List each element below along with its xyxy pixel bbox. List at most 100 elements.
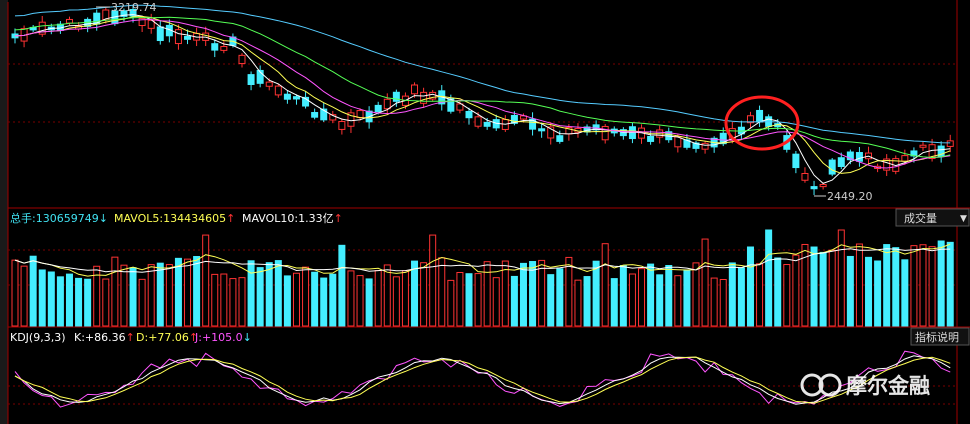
- volume-bar: [129, 267, 137, 327]
- indicator-help-label: 指标说明: [915, 330, 959, 344]
- volume-bar: [392, 276, 400, 327]
- candle: [901, 155, 909, 162]
- stock-chart: 3219.74 2449.20 总手:130659749↓ MAVOL5:134…: [0, 0, 970, 424]
- volume-bar: [247, 260, 255, 327]
- candle: [756, 109, 764, 123]
- kdj-j-value: +105.0: [202, 331, 243, 344]
- volume-bar: [456, 271, 464, 327]
- volume-bar: [556, 268, 564, 327]
- kdj-line: [14, 350, 951, 408]
- volume-bar: [610, 278, 618, 327]
- candlesticks: [11, 4, 954, 196]
- candle: [374, 104, 382, 113]
- kdj-legend: KDJ(9,3,3) K:+86.36↑ D:+77.06↑ J:+105.0↓: [10, 331, 252, 344]
- candle: [174, 29, 182, 45]
- volume-bar: [828, 249, 836, 327]
- watermark-text: 摩尔金融: [846, 374, 930, 398]
- volume-bar: [647, 263, 655, 327]
- volume-bar: [56, 276, 64, 327]
- volume-menu-label: 成交量: [904, 211, 937, 225]
- volume-bar: [265, 262, 273, 327]
- volume-bar: [501, 260, 509, 327]
- indicator-help-button[interactable]: 指标说明: [910, 327, 970, 346]
- volume-bar: [465, 273, 473, 327]
- volume-bar: [193, 256, 201, 327]
- svg-text:K:+86.36↑: K:+86.36↑: [74, 331, 135, 344]
- volume-bar: [138, 278, 146, 327]
- volume-bar: [810, 246, 818, 327]
- volume-bar: [283, 275, 291, 327]
- volume-bar: [719, 279, 727, 327]
- kdj-d-label: D:: [136, 331, 148, 344]
- candle: [556, 135, 564, 142]
- kdj-line: [14, 355, 951, 405]
- volume-bar: [383, 264, 391, 327]
- candle: [855, 152, 863, 162]
- candle: [383, 98, 391, 110]
- volume-bar: [120, 264, 128, 327]
- volume-bars: [11, 229, 954, 327]
- candle: [474, 116, 482, 127]
- kdj-k-value: +86.36: [85, 331, 126, 344]
- high-label: 3219.74: [111, 1, 157, 14]
- volume-ma-line: [14, 243, 951, 277]
- kdj-params: KDJ(9,3,3): [10, 331, 66, 344]
- candle: [837, 157, 845, 167]
- volume-bar: [438, 257, 446, 327]
- volume-bar: [901, 259, 909, 327]
- volume-bar: [320, 277, 328, 327]
- volume-bar: [75, 277, 83, 327]
- volume-bar: [628, 273, 636, 327]
- volume-bar: [529, 261, 537, 327]
- volume-bar: [574, 279, 582, 327]
- kdj-j-label: J:: [194, 331, 202, 344]
- moving-average-lines: [14, 4, 951, 184]
- candle: [392, 91, 400, 102]
- ma-line-ma30: [14, 16, 951, 159]
- left-tab-strip[interactable]: [0, 0, 8, 424]
- volume-bar: [946, 241, 954, 327]
- volume-bar: [892, 247, 900, 327]
- volume-bar: [701, 238, 709, 327]
- dropdown-arrow-icon: ▼: [960, 214, 967, 224]
- volume-bar: [38, 269, 46, 327]
- candle: [946, 140, 954, 147]
- svg-text:MAVOL5:134434605↑: MAVOL5:134434605↑: [114, 212, 235, 225]
- candle: [647, 135, 655, 142]
- volume-bar: [356, 275, 364, 327]
- candle: [238, 54, 246, 65]
- candle: [919, 144, 927, 148]
- volume-bar: [510, 275, 518, 327]
- volume-bar: [492, 277, 500, 327]
- low-annotation: 2449.20: [814, 190, 873, 203]
- candle: [465, 110, 473, 119]
- svg-text:D:+77.06↑: D:+77.06↑: [136, 331, 198, 344]
- volume-bar: [819, 251, 827, 327]
- volume-bar: [683, 269, 691, 327]
- volume-bar: [883, 244, 891, 327]
- candle: [411, 84, 419, 95]
- candle: [483, 121, 491, 127]
- candle: [801, 172, 809, 181]
- kdj-k-label: K:: [74, 331, 85, 344]
- volume-bar: [937, 240, 945, 327]
- volume-bar: [865, 256, 873, 327]
- volume-bar: [447, 279, 455, 327]
- volume-bar: [84, 278, 92, 327]
- candle: [792, 153, 800, 169]
- candle: [220, 46, 228, 51]
- volume-bar: [274, 260, 282, 327]
- svg-text:MAVOL10:1.33亿↑: MAVOL10:1.33亿↑: [242, 212, 343, 225]
- volume-bar: [692, 262, 700, 327]
- volume-bar: [665, 265, 673, 327]
- volume-bar: [737, 267, 745, 327]
- candle: [247, 74, 255, 86]
- volume-menu-button[interactable]: 成交量 ▼: [895, 208, 970, 227]
- volume-bar: [583, 276, 591, 327]
- candle: [311, 112, 319, 118]
- vol-arrow-mavol5: ↑: [226, 212, 235, 225]
- volume-bar: [728, 262, 736, 327]
- volume-bar: [65, 273, 73, 327]
- kdj-d-value: +77.06: [148, 331, 189, 344]
- volume-bar: [547, 274, 555, 327]
